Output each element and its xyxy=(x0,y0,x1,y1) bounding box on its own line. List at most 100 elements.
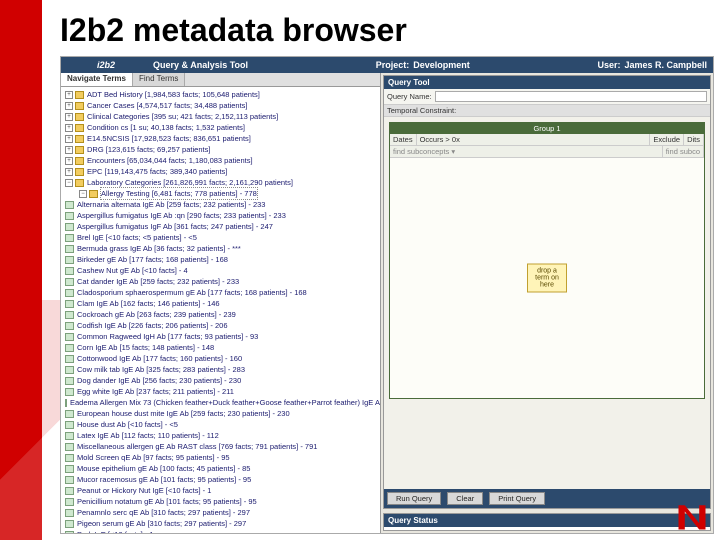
expand-icon[interactable]: + xyxy=(65,168,73,176)
tree-label: E14.5NCSIS [17,928,523 facts; 836,651 pa… xyxy=(87,133,251,144)
tree-leaf-term[interactable]: House dust Ab [<10 facts] - <5 xyxy=(63,419,378,430)
run-query-button[interactable]: Run Query xyxy=(387,492,441,505)
tree-leaf-term[interactable]: Birkeder gE Ab [177 facts; 168 patients]… xyxy=(63,254,378,265)
tree-label: Dog dander IgE Ab [256 facts; 230 patien… xyxy=(77,375,241,386)
project-value: Development xyxy=(413,60,470,70)
tree-label: Clam IgE Ab [162 facts; 146 patients] - … xyxy=(77,298,220,309)
tree-leaf-term[interactable]: Pork IgE [<10 facts] - 1 xyxy=(63,529,378,533)
tree-leaf-term[interactable]: Corn IgE Ab [15 facts; 148 patients] - 1… xyxy=(63,342,378,353)
print-query-button[interactable]: Print Query xyxy=(489,492,545,505)
tree-leaf-term[interactable]: Latex IgE Ab [112 facts; 110 patients] -… xyxy=(63,430,378,441)
term-icon xyxy=(65,454,74,462)
group-exclude[interactable]: Exclude xyxy=(650,134,684,145)
tree-label: Cat dander IgE Ab [259 facts; 232 patien… xyxy=(77,276,239,287)
tree-leaf-term[interactable]: Mold Screen qE Ab [97 facts; 95 patients… xyxy=(63,452,378,463)
expand-icon[interactable]: + xyxy=(65,91,73,99)
tree-leaf-term[interactable]: Egg white IgE Ab [237 facts; 211 patient… xyxy=(63,386,378,397)
temporal-constraint-label[interactable]: Temporal Constraint: xyxy=(384,105,710,117)
group-subconcept-selector-2[interactable]: find subco xyxy=(663,146,704,157)
expand-icon[interactable]: − xyxy=(79,190,87,198)
tree-leaf-term[interactable]: European house dust mite IgE Ab [259 fac… xyxy=(63,408,378,419)
tree-leaf-term[interactable]: Mouse epithelium gE Ab [100 facts; 45 pa… xyxy=(63,463,378,474)
folder-icon xyxy=(75,157,84,165)
tree-leaf-term[interactable]: Cashew Nut gE Ab [<10 facts] - 4 xyxy=(63,265,378,276)
tree-leaf-term[interactable]: Mucor racemosus gE Ab [101 facts; 95 pat… xyxy=(63,474,378,485)
tree-leaf-term[interactable]: Cottonwood IgE Ab [177 facts; 160 patien… xyxy=(63,353,378,364)
tree-label: Mouse epithelium gE Ab [100 facts; 45 pa… xyxy=(77,463,250,474)
tree-leaf-term[interactable]: Aspergillus fumigatus IgF Ab [361 facts;… xyxy=(63,221,378,232)
tree-label: Encounters [65,034,044 facts; 1,180,083 … xyxy=(87,155,253,166)
tree-root-folder[interactable]: +DRG [123,615 facts; 69,257 patients] xyxy=(63,144,378,155)
tree-leaf-term[interactable]: Cockroach gE Ab [263 facts; 239 patients… xyxy=(63,309,378,320)
term-icon xyxy=(65,498,74,506)
tree-leaf-term[interactable]: Cow milk tab IgE Ab [325 facts; 283 pati… xyxy=(63,364,378,375)
expand-icon[interactable]: + xyxy=(65,124,73,132)
expand-icon[interactable]: + xyxy=(65,146,73,154)
tree-label: Cancer Cases [4,574,517 facts; 34,488 pa… xyxy=(87,100,248,111)
tree-leaf-term[interactable]: Eadema Allergen Mix 73 (Chicken feather+… xyxy=(63,397,378,408)
term-icon xyxy=(65,201,74,209)
ontology-tree[interactable]: + ADT Bed History [1,984,583 facts; 105,6… xyxy=(61,87,380,533)
tab-navigate-terms[interactable]: Navigate Terms xyxy=(61,73,133,86)
tree-root-folder[interactable]: +Clinical Categories [395 su; 421 facts;… xyxy=(63,111,378,122)
expand-icon[interactable]: + xyxy=(65,135,73,143)
tree-leaf-term[interactable]: Cladosporium sphaerospermum gE Ab [177 f… xyxy=(63,287,378,298)
tree-label: Cockroach gE Ab [263 facts; 239 patients… xyxy=(77,309,236,320)
tree-leaf-term[interactable]: Clam IgE Ab [162 facts; 146 patients] - … xyxy=(63,298,378,309)
term-icon xyxy=(65,333,74,341)
query-tool-panel: Query Tool Query Name: Temporal Constrai… xyxy=(383,75,711,509)
folder-icon xyxy=(75,179,84,187)
tree-leaf-term[interactable]: Codfish IgE Ab [226 facts; 206 patients]… xyxy=(63,320,378,331)
group-dates[interactable]: Dates xyxy=(390,134,417,145)
tree-leaf-term[interactable]: Brel IgE [<10 facts; <5 patients] - <5 xyxy=(63,232,378,243)
tree-leaf-term[interactable]: Miscellaneous allergen gE Ab RAST class … xyxy=(63,441,378,452)
brand-logo: i2b2 xyxy=(97,60,115,70)
query-name-input[interactable] xyxy=(435,91,707,102)
tree-selected-folder[interactable]: −Allergy Testing [6,481 facts; 778 patie… xyxy=(63,188,378,199)
tree-label: ADT Bed History [1,984,583 facts; 105,64… xyxy=(87,89,260,100)
tree-leaf-term[interactable]: Common Ragweed IgH Ab [177 facts; 93 pat… xyxy=(63,331,378,342)
clear-button[interactable]: Clear xyxy=(447,492,483,505)
tab-find-terms[interactable]: Find Terms xyxy=(133,73,185,86)
term-icon xyxy=(65,234,74,242)
page-title: I2b2 metadata browser xyxy=(60,12,407,49)
tree-leaf-term[interactable]: Penamnlo serc qE Ab [310 facts; 297 pati… xyxy=(63,507,378,518)
tree-label: Miscellaneous allergen gE Ab RAST class … xyxy=(77,441,317,452)
term-icon xyxy=(65,520,74,528)
expand-icon[interactable]: + xyxy=(65,157,73,165)
expand-icon[interactable]: + xyxy=(65,113,73,121)
group-subconcept-selector[interactable]: find subconcepts ▾ xyxy=(390,146,663,157)
tree-root-folder[interactable]: +EPC [119,143,475 facts; 389,340 patient… xyxy=(63,166,378,177)
term-icon xyxy=(65,421,74,429)
tree-root-folder[interactable]: −Laboratory Categories [261,826,991 fact… xyxy=(63,177,378,188)
term-drop-area[interactable]: drop a term on here xyxy=(390,158,704,398)
expand-icon[interactable]: + xyxy=(65,102,73,110)
term-icon xyxy=(65,399,67,407)
tree-leaf-term[interactable]: Pigeon serum gE Ab [310 facts; 297 patie… xyxy=(63,518,378,529)
query-tool-header: Query Tool xyxy=(384,76,710,89)
i2b2-app-window: i2b2 Query & Analysis Tool Project: Deve… xyxy=(60,56,714,534)
term-icon xyxy=(65,278,74,286)
app-name: Query & Analysis Tool xyxy=(153,60,248,70)
tree-root-folder[interactable]: + ADT Bed History [1,984,583 facts; 105,6… xyxy=(63,89,378,100)
term-icon xyxy=(65,377,74,385)
term-icon xyxy=(65,388,74,396)
tree-label: Cashew Nut gE Ab [<10 facts] - 4 xyxy=(77,265,188,276)
tree-leaf-term[interactable]: Cat dander IgE Ab [259 facts; 232 patien… xyxy=(63,276,378,287)
tree-root-folder[interactable]: + Cancer Cases [4,574,517 facts; 34,488 p… xyxy=(63,100,378,111)
tree-root-folder[interactable]: + E14.5NCSIS [17,928,523 facts; 836,651 p… xyxy=(63,133,378,144)
tree-leaf-term[interactable]: Aspergillus fumigatus IgE Ab :qn [290 fa… xyxy=(63,210,378,221)
tree-label: Common Ragweed IgH Ab [177 facts; 93 pat… xyxy=(77,331,258,342)
tree-label: Cow milk tab IgE Ab [325 facts; 283 pati… xyxy=(77,364,245,375)
tree-root-folder[interactable]: + Encounters [65,034,044 facts; 1,180,083… xyxy=(63,155,378,166)
tree-leaf-term[interactable]: Dog dander IgE Ab [256 facts; 230 patien… xyxy=(63,375,378,386)
expand-icon[interactable]: − xyxy=(65,179,73,187)
tree-label: Mold Screen qE Ab [97 facts; 95 patients… xyxy=(77,452,230,463)
tree-leaf-term[interactable]: Bermuda grass IgE Ab [36 facts; 32 patie… xyxy=(63,243,378,254)
tree-root-folder[interactable]: +Condition cs [1 su; 40,138 facts; 1,532… xyxy=(63,122,378,133)
tree-leaf-term[interactable]: Penicillium notatum gE Ab [101 facts; 95… xyxy=(63,496,378,507)
tree-leaf-term[interactable]: Peanut or Hickory Nut IgE [<10 facts] - … xyxy=(63,485,378,496)
group-dits[interactable]: Dits xyxy=(684,134,704,145)
group-occurs[interactable]: Occurs > 0x xyxy=(417,134,651,145)
tree-leaf-term[interactable]: Alternaria alternata IgE Ab [259 facts; … xyxy=(63,199,378,210)
